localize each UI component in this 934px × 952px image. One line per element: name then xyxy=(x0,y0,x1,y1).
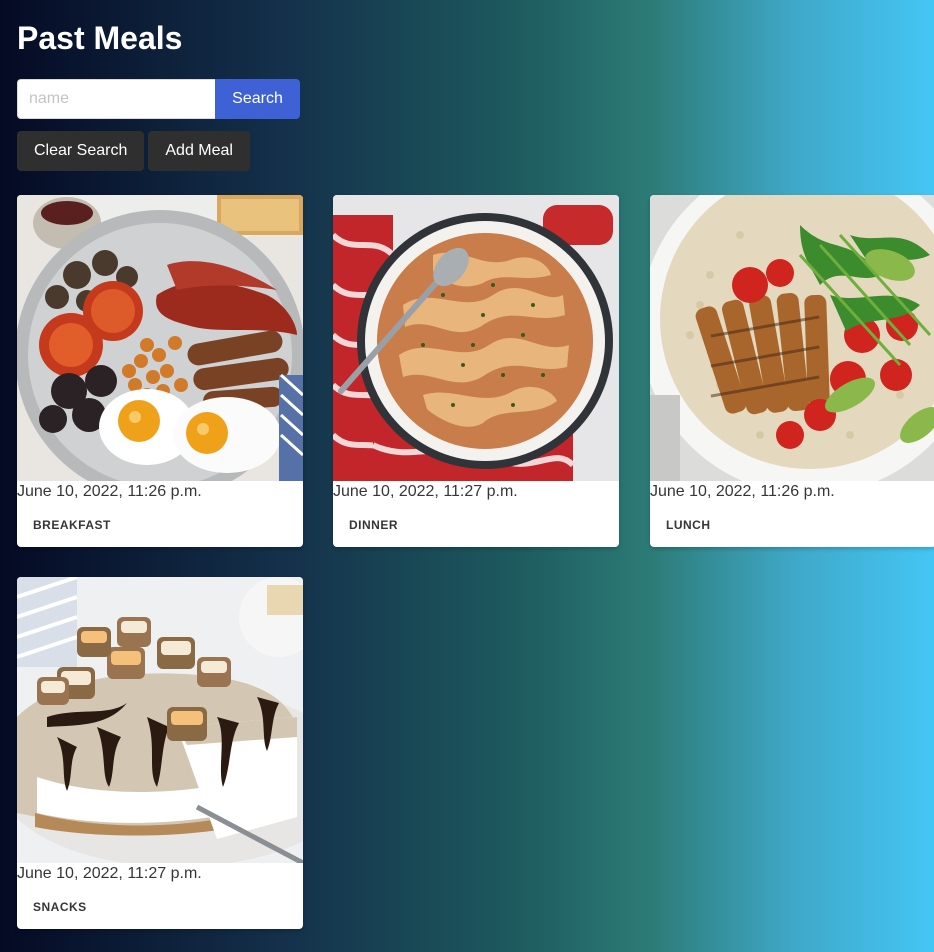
meal-card[interactable]: June 10, 2022, 11:27 p.m. DINNER xyxy=(333,195,619,547)
meal-category-tag: BREAKFAST xyxy=(33,518,111,532)
meal-image-dinner xyxy=(333,195,619,481)
clear-search-button[interactable]: Clear Search xyxy=(17,131,145,171)
add-meal-button[interactable]: Add Meal xyxy=(148,131,250,171)
meal-category-tag: SNACKS xyxy=(33,900,87,914)
search-input[interactable] xyxy=(17,79,215,119)
search-bar: Search xyxy=(17,79,300,119)
action-buttons: Clear Search Add Meal xyxy=(17,131,250,171)
meal-image-lunch xyxy=(650,195,934,481)
meal-card[interactable]: June 10, 2022, 11:26 p.m. LUNCH xyxy=(650,195,934,547)
meal-card[interactable]: June 10, 2022, 11:27 p.m. SNACKS xyxy=(17,577,303,929)
meal-image-breakfast xyxy=(17,195,303,481)
page-title: Past Meals xyxy=(17,20,183,56)
meal-date: June 10, 2022, 11:26 p.m. xyxy=(17,483,202,500)
search-button[interactable]: Search xyxy=(215,79,300,119)
meal-date: June 10, 2022, 11:27 p.m. xyxy=(333,483,518,500)
meal-image-snacks xyxy=(17,577,303,863)
meal-card[interactable]: June 10, 2022, 11:26 p.m. BREAKFAST xyxy=(17,195,303,547)
meal-category-tag: LUNCH xyxy=(666,518,711,532)
meal-date: June 10, 2022, 11:27 p.m. xyxy=(17,865,202,882)
meal-category-tag: DINNER xyxy=(349,518,399,532)
meal-date: June 10, 2022, 11:26 p.m. xyxy=(650,483,835,500)
